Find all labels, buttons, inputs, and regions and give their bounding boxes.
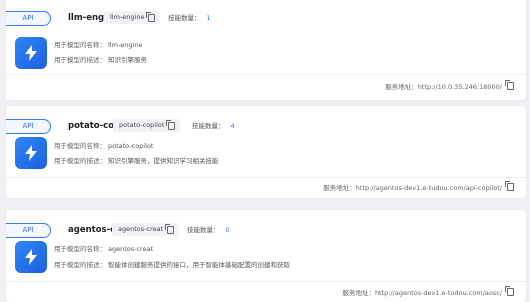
model-name-line: 用于模型的名称： agentos-creat	[54, 244, 153, 254]
skill-count-value: 4	[230, 122, 235, 130]
service-id-chip[interactable]: agentos-creat	[112, 223, 180, 236]
service-card-llm-engine[interactable]: API llm-engine llm-engine 技能数量： 1 用于模型的名称…	[6, 0, 526, 100]
api-tag: API	[6, 119, 51, 134]
model-desc-value: 智能体创建服务提供的接口，用于智能体基础配置的创建和获取	[108, 261, 290, 269]
address-label: 服务地址：	[342, 289, 375, 297]
model-name-value: llm-engine	[108, 41, 143, 49]
service-address: 服务地址：http://agentos-dev1.e-tudou.com/aos…	[342, 286, 514, 298]
copy-icon[interactable]	[505, 181, 514, 191]
address-label: 服务地址：	[323, 184, 356, 192]
lightning-icon	[15, 241, 47, 273]
service-address: 服务地址：http://10.0.35.246:18000/	[385, 80, 514, 92]
skill-count: 技能数量： 1	[168, 11, 211, 25]
api-tag: API	[6, 223, 51, 238]
api-tag: API	[6, 11, 51, 26]
model-desc-value: 知识引擎服务，提供知识学习相关技能	[108, 157, 219, 165]
model-name-line: 用于模型的名称： potato-copilot	[54, 141, 153, 151]
divider	[6, 281, 526, 282]
address-label: 服务地址：	[385, 83, 418, 91]
copy-icon[interactable]	[505, 286, 514, 296]
skill-count: 技能数量： 4	[192, 119, 235, 133]
model-name-label: 用于模型的名称：	[54, 41, 106, 49]
skill-count-label: 技能数量：	[168, 14, 201, 22]
skill-count-label: 技能数量：	[192, 122, 225, 130]
address-value: http://10.0.35.246:18000/	[417, 83, 502, 91]
model-desc-line: 用于模型的描述： 知识引擎服务	[54, 55, 147, 65]
service-card-agentos-creat[interactable]: API agentos-creat agentos-creat 技能数量： 0 用…	[6, 210, 526, 302]
skill-count-value: 1	[206, 14, 211, 22]
copy-icon[interactable]	[505, 80, 514, 90]
copy-icon[interactable]	[166, 120, 176, 130]
copy-icon[interactable]	[146, 12, 156, 22]
model-desc-label: 用于模型的描述：	[54, 261, 106, 269]
chip-label: llm-engine	[110, 13, 145, 21]
service-address: 服务地址：http://agentos-dev1.e-tudou.com/api…	[323, 181, 514, 193]
chip-label: potato-copilot	[119, 121, 165, 129]
skill-count: 技能数量： 0	[187, 223, 230, 237]
divider	[6, 74, 526, 75]
model-name-label: 用于模型的名称：	[54, 142, 106, 150]
model-desc-label: 用于模型的描述：	[54, 56, 106, 64]
model-desc-line: 用于模型的描述： 知识引擎服务，提供知识学习相关技能	[54, 156, 219, 166]
model-name-label: 用于模型的名称：	[54, 245, 106, 253]
model-name-line: 用于模型的名称： llm-engine	[54, 40, 142, 50]
model-name-value: agentos-creat	[108, 245, 154, 253]
service-card-potato-copilot[interactable]: API potato-copilot potato-copilot 技能数量： 4…	[6, 106, 526, 198]
chip-label: agentos-creat	[118, 225, 164, 233]
model-name-value: potato-copilot	[108, 142, 154, 150]
service-id-chip[interactable]: llm-engine	[104, 11, 161, 24]
model-desc-label: 用于模型的描述：	[54, 157, 106, 165]
divider	[6, 177, 526, 178]
model-desc-value: 知识引擎服务	[108, 56, 147, 64]
copy-icon[interactable]	[165, 224, 175, 234]
model-desc-line: 用于模型的描述： 智能体创建服务提供的接口，用于智能体基础配置的创建和获取	[54, 260, 290, 270]
lightning-icon	[15, 137, 47, 169]
address-value: http://agentos-dev1.e-tudou.com/api-copi…	[355, 184, 502, 192]
lightning-icon	[15, 37, 47, 69]
skill-count-value: 0	[225, 226, 230, 234]
service-id-chip[interactable]: potato-copilot	[113, 119, 181, 132]
skill-count-label: 技能数量：	[187, 226, 220, 234]
address-value: http://agentos-dev1.e-tudou.com/aosc/	[374, 289, 502, 297]
